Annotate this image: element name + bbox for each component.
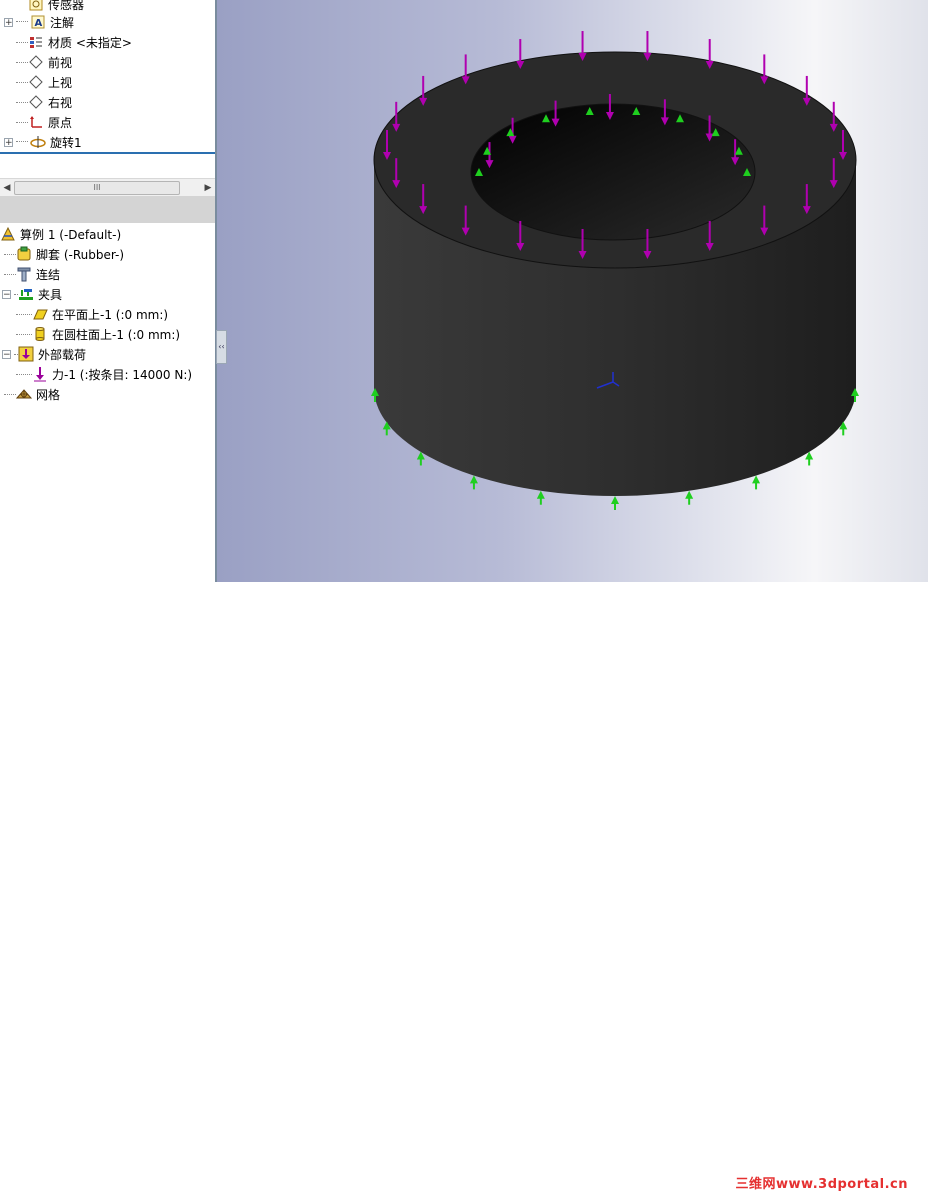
horizontal-scrollbar[interactable]: ◀ III ▶ (0, 178, 215, 197)
collapse-panel-tab[interactable]: ‹‹ (216, 330, 227, 364)
scroll-right-icon[interactable]: ▶ (201, 179, 215, 196)
plane-icon (28, 94, 44, 110)
tree-item-annotations[interactable]: + A 注解 (4, 12, 74, 32)
scroll-left-icon[interactable]: ◀ (0, 179, 14, 196)
fixture-icon (18, 286, 34, 302)
tree-item-material[interactable]: 材质 <未指定> (4, 32, 132, 52)
footer: 三维网www.3dportal.cn (0, 582, 928, 1192)
study-external-loads[interactable]: − 外部载荷 (0, 344, 86, 364)
collapse-chevron-icon: ‹‹ (218, 342, 225, 351)
scrollbar-thumb[interactable]: III (14, 181, 180, 195)
collapse-icon[interactable]: − (2, 289, 11, 299)
panel-splitter[interactable] (0, 196, 215, 223)
study-label: 算例 1 (-Default-) (20, 227, 122, 242)
feature-manager-panel: 传感器 + A 注解 材质 <未指定> 前视 上视 右视 原点 + 旋转1 ◀ … (0, 0, 215, 582)
tree-item-front-plane[interactable]: 前视 (4, 52, 72, 72)
expand-icon[interactable]: + (4, 137, 13, 147)
mesh-icon (16, 386, 32, 402)
study-icon (0, 226, 16, 242)
collapse-icon[interactable]: − (2, 349, 11, 359)
fixture-arrow-icon (752, 475, 761, 490)
fixture-arrow-icon (469, 475, 478, 490)
sensor-icon (28, 0, 44, 12)
tree-item-label: 注解 (50, 15, 75, 30)
part-label: 脚套 (-Rubber-) (36, 247, 125, 262)
tree-item-label: 右视 (48, 95, 73, 110)
tree-item-top-plane[interactable]: 上视 (4, 72, 72, 92)
fixture-arrow-icon (685, 490, 694, 505)
study-connections[interactable]: 连结 (0, 264, 60, 284)
panel-divider[interactable] (0, 152, 215, 154)
study-part[interactable]: 脚套 (-Rubber-) (0, 244, 124, 264)
model-scene[interactable] (217, 0, 928, 582)
study-mesh[interactable]: 网格 (0, 384, 60, 404)
tree-item-label: 上视 (48, 75, 73, 90)
tree-item-label: 旋转1 (50, 135, 82, 150)
fixtures-label: 夹具 (38, 287, 63, 302)
plane-icon (28, 74, 44, 90)
part-icon (16, 246, 32, 262)
fixture-arrow-icon (611, 496, 619, 510)
tree-item-label: 前视 (48, 55, 73, 70)
watermark: 三维网www.3dportal.cn (735, 1177, 908, 1192)
tree-item-label: 传感器 (48, 0, 85, 12)
study-root[interactable]: 算例 1 (-Default-) (0, 224, 121, 244)
fixture-item-label: 在圆柱面上-1 (:0 mm:) (52, 327, 181, 342)
tree-item-revolve[interactable]: + 旋转1 (4, 132, 82, 152)
load-item-force[interactable]: 力-1 (:按条目: 14000 N:) (0, 364, 192, 384)
revolve-icon (30, 134, 46, 150)
flat-face-icon (32, 306, 48, 322)
tree-item-label: 材质 <未指定> (48, 35, 132, 50)
fixture-item-label: 在平面上-1 (:0 mm:) (52, 307, 169, 322)
expand-icon[interactable]: + (4, 17, 13, 27)
graphics-viewport[interactable] (217, 0, 928, 582)
study-fixtures[interactable]: − 夹具 (0, 284, 62, 304)
external-loads-label: 外部载荷 (38, 347, 87, 362)
material-icon (28, 34, 44, 50)
annotation-icon: A (30, 14, 46, 30)
svg-text:A: A (35, 18, 43, 29)
connector-icon (16, 266, 32, 282)
origin-icon (28, 114, 44, 130)
fixture-arrow-icon (536, 490, 545, 505)
plane-icon (28, 54, 44, 70)
external-load-icon (18, 346, 34, 362)
tree-item-label: 原点 (48, 115, 73, 130)
tree-item-right-plane[interactable]: 右视 (4, 92, 72, 112)
fixture-item-cylinder[interactable]: 在圆柱面上-1 (:0 mm:) (0, 324, 180, 344)
fixture-item-plane[interactable]: 在平面上-1 (:0 mm:) (0, 304, 168, 324)
load-item-label: 力-1 (:按条目: 14000 N:) (52, 367, 193, 382)
force-arrow-icon (32, 366, 48, 382)
connections-label: 连结 (36, 267, 61, 282)
tree-item-origin[interactable]: 原点 (4, 112, 72, 132)
cylinder-face-icon (32, 326, 48, 342)
mesh-label: 网格 (36, 387, 61, 402)
